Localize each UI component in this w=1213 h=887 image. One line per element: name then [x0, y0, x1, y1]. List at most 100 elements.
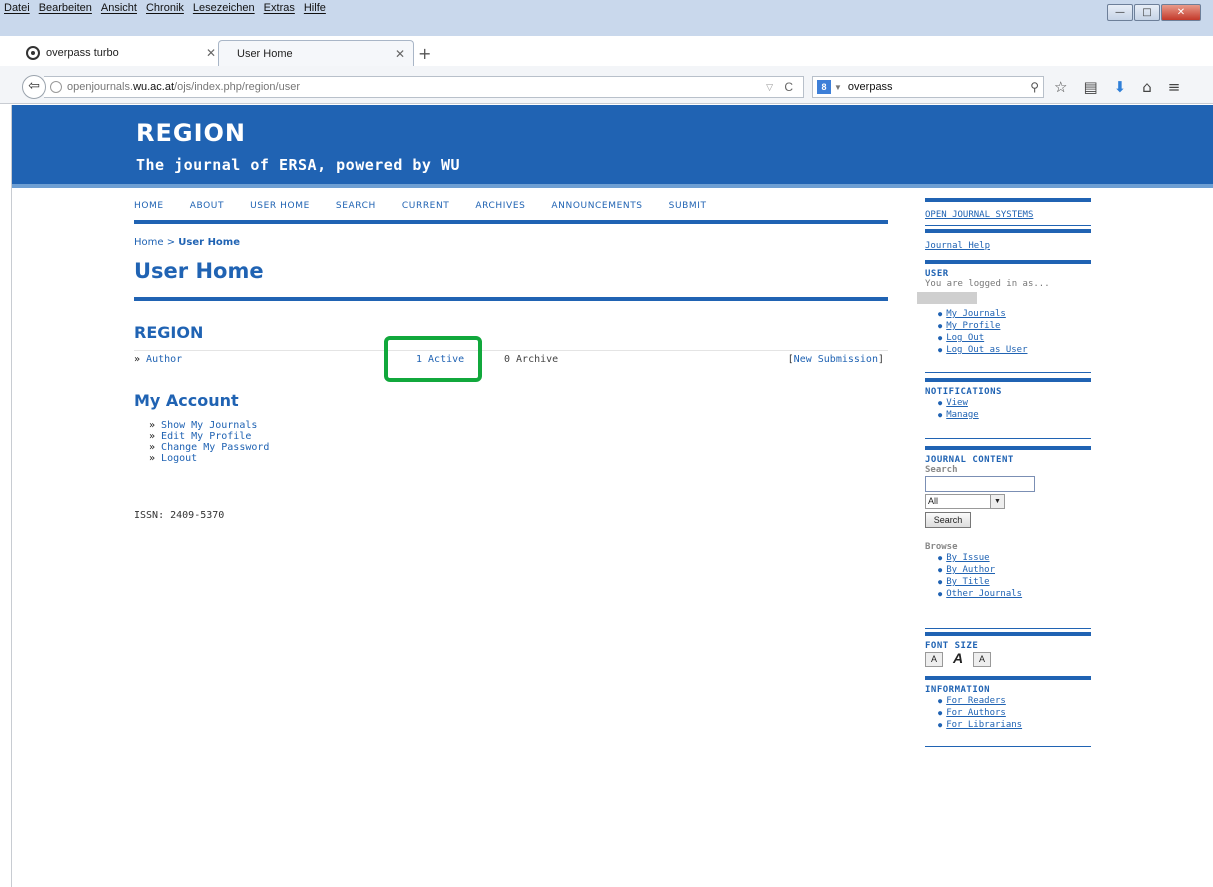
menu-icon[interactable]: ≡	[1168, 78, 1181, 96]
change-password-link[interactable]: Change My Password	[161, 442, 269, 453]
search-input[interactable]	[925, 476, 1035, 492]
nav-current[interactable]: CURRENT	[402, 201, 450, 211]
by-author-link[interactable]: By Author	[946, 565, 995, 575]
block-divider	[925, 438, 1091, 439]
block-divider	[925, 628, 1091, 629]
chevron-down-icon[interactable]: ▼	[834, 83, 842, 92]
for-librarians-link[interactable]: For Librarians	[946, 720, 1022, 730]
back-button[interactable]: ⇦	[22, 75, 46, 99]
block-divider	[925, 746, 1091, 747]
reload-icon[interactable]: C	[784, 80, 793, 94]
url-domain: wu.ac.at	[133, 81, 175, 93]
font-large-icon[interactable]: A	[973, 652, 991, 667]
globe-icon	[50, 81, 62, 93]
maximize-button[interactable]: □	[1134, 4, 1160, 21]
notification-links: ● View ● Manage	[925, 397, 1091, 421]
notifications-block: NOTIFICATIONS ● View ● Manage	[925, 378, 1091, 439]
new-submission-link[interactable]: New Submission	[794, 354, 878, 365]
home-icon[interactable]: ⌂	[1142, 78, 1152, 96]
close-icon[interactable]: ✕	[395, 47, 405, 61]
block-topbar	[925, 676, 1091, 680]
tab-strip: overpass turbo ✕ User Home ✕ +	[0, 40, 1213, 66]
nav-announcements[interactable]: ANNOUNCEMENTS	[551, 201, 642, 211]
menu-hilfe[interactable]: Hilfe	[304, 2, 326, 14]
edit-profile-link[interactable]: Edit My Profile	[161, 431, 251, 442]
search-scope-select[interactable]: All ▼	[925, 494, 1005, 509]
tab-user-home[interactable]: User Home ✕	[218, 40, 414, 66]
journal-help-link[interactable]: Journal Help	[925, 241, 990, 251]
menu-bearbeiten[interactable]: Bearbeiten	[39, 2, 92, 14]
nav-search[interactable]: SEARCH	[336, 201, 376, 211]
list-item: » Edit My Profile	[149, 431, 252, 442]
nav-submit[interactable]: SUBMIT	[669, 201, 707, 211]
menu-extras[interactable]: Extras	[264, 2, 295, 14]
my-account-title: My Account	[134, 391, 239, 410]
font-medium-icon[interactable]: A	[949, 651, 967, 667]
tab-overpass-turbo[interactable]: overpass turbo ✕	[14, 40, 224, 66]
my-profile-link[interactable]: My Profile	[946, 321, 1000, 331]
role-author: » Author	[134, 354, 183, 365]
journal-subtitle: The journal of ERSA, powered by WU	[136, 156, 461, 174]
author-link[interactable]: Author	[146, 354, 182, 365]
close-icon[interactable]: ✕	[206, 46, 216, 60]
new-tab-button[interactable]: +	[418, 44, 431, 63]
bookmark-star-icon[interactable]: ☆	[1054, 78, 1067, 96]
menu-datei[interactable]: Datei	[4, 2, 30, 14]
search-button[interactable]: Search	[925, 512, 971, 528]
ojs-link[interactable]: OPEN JOURNAL SYSTEMS	[925, 210, 1033, 220]
history-dropdown-icon[interactable]: ▽	[766, 82, 773, 93]
breadcrumb-current[interactable]: User Home	[178, 237, 240, 248]
close-window-button[interactable]: ✕	[1161, 4, 1201, 21]
breadcrumb-home[interactable]: Home	[134, 237, 164, 248]
menu-bar: Datei Bearbeiten Ansicht Chronik Lesezei…	[4, 2, 326, 14]
download-icon[interactable]: ⬇	[1114, 78, 1127, 96]
by-title-link[interactable]: By Title	[946, 577, 989, 587]
navigation-toolbar: openjournals. wu.ac.at/ojs/index.php/regi…	[0, 66, 1213, 104]
window-titlebar: Datei Bearbeiten Ansicht Chronik Lesezei…	[0, 0, 1213, 36]
bullet: ●	[938, 346, 943, 354]
manage-link[interactable]: Manage	[946, 410, 979, 420]
show-my-journals-link[interactable]: Show My Journals	[161, 420, 257, 431]
bullet: ●	[938, 411, 943, 419]
search-icon[interactable]: ⚲	[1030, 80, 1039, 94]
overpass-favicon-icon	[26, 46, 40, 60]
menu-ansicht[interactable]: Ansicht	[101, 2, 137, 14]
nav-user-home[interactable]: USER HOME	[250, 201, 310, 211]
menu-lesezeichen[interactable]: Lesezeichen	[193, 2, 255, 14]
bullet: ●	[938, 590, 943, 598]
bullet: ●	[938, 399, 943, 407]
url-bar[interactable]: openjournals. wu.ac.at/ojs/index.php/regi…	[44, 76, 804, 98]
chevron-down-icon: ▼	[990, 495, 1004, 508]
role-row: » Author 1 Active 0 Archive [New Submiss…	[134, 350, 888, 368]
for-readers-link[interactable]: For Readers	[946, 696, 1006, 706]
breadcrumb-separator: >	[166, 237, 176, 248]
toolbar-icons: ☆ ▤ ⬇ ⌂ ≡	[1054, 78, 1180, 96]
bullet: ●	[938, 709, 943, 717]
log-out-as-user-link[interactable]: Log Out as User	[946, 345, 1027, 355]
menu-chronik[interactable]: Chronik	[146, 2, 184, 14]
view-link[interactable]: View	[946, 398, 968, 408]
list-item: » Show My Journals	[149, 420, 258, 431]
for-authors-link[interactable]: For Authors	[946, 708, 1006, 718]
browse-label: Browse	[925, 542, 958, 552]
logout-link[interactable]: Logout	[161, 453, 197, 464]
bookmarks-list-icon[interactable]: ▤	[1083, 78, 1097, 96]
highlight-box	[384, 336, 482, 382]
information-heading: INFORMATION	[925, 685, 991, 695]
nav-about[interactable]: ABOUT	[190, 201, 224, 211]
my-journals-link[interactable]: My Journals	[946, 309, 1006, 319]
font-size-controls: A A A	[925, 651, 1091, 667]
new-submission: [New Submission]	[787, 354, 884, 365]
account-links: » Show My Journals » Edit My Profile » C…	[149, 420, 269, 464]
google-icon[interactable]: 8	[817, 80, 831, 94]
font-small-icon[interactable]: A	[925, 652, 943, 667]
search-bar[interactable]: 8 ▼ overpass ⚲	[812, 76, 1044, 98]
search-query: overpass	[847, 81, 893, 93]
nav-home[interactable]: HOME	[134, 201, 164, 211]
log-out-link[interactable]: Log Out	[946, 333, 984, 343]
minimize-button[interactable]: —	[1107, 4, 1133, 21]
title-divider	[134, 297, 888, 301]
other-journals-link[interactable]: Other Journals	[946, 589, 1022, 599]
by-issue-link[interactable]: By Issue	[946, 553, 989, 563]
nav-archives[interactable]: ARCHIVES	[475, 201, 525, 211]
